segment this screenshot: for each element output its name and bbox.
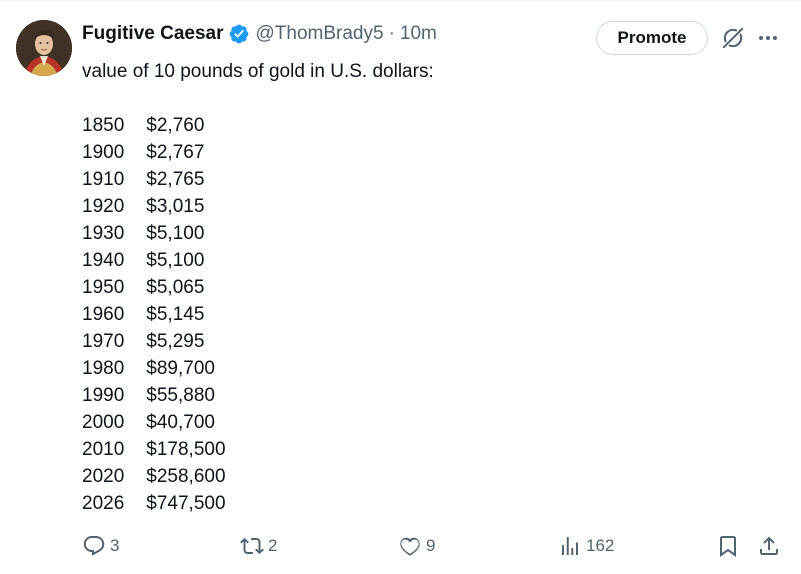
row-year: 2026: [82, 493, 125, 514]
row-year: 1850: [82, 115, 125, 136]
row-year: 1950: [82, 277, 125, 298]
price-list: 1850 $2,760 1900 $2,767 1910 $2,765 1920 $3,015…: [82, 112, 772, 517]
tweet-header: Fugitive Caesar @ThomBrady5 · 10m: [82, 20, 437, 48]
row-year: 1900: [82, 142, 125, 163]
row-value: $2,760: [146, 115, 205, 136]
price-row: 1920 $3,015: [82, 193, 772, 220]
row-value: $3,015: [146, 196, 205, 217]
row-value: $5,100: [146, 223, 205, 244]
row-year: 1990: [82, 385, 125, 406]
row-year: 1920: [82, 196, 125, 217]
price-row: 1900 $2,767: [82, 139, 772, 166]
row-value: $5,100: [146, 250, 205, 271]
row-value: $40,700: [146, 412, 215, 433]
avatar-portrait-icon: [16, 20, 72, 76]
divider: [0, 0, 801, 1]
timestamp[interactable]: 10m: [400, 23, 437, 45]
bookmark-button[interactable]: [716, 532, 740, 560]
repost-icon: [240, 537, 264, 555]
row-value: $5,145: [146, 304, 205, 325]
price-row: 1950 $5,065: [82, 274, 772, 301]
row-year: 1970: [82, 331, 125, 352]
row-value: $89,700: [146, 358, 215, 379]
separator-dot: ·: [388, 23, 395, 44]
reply-count: 3: [110, 536, 120, 555]
price-row: 1970 $5,295: [82, 328, 772, 355]
price-row: 2010 $178,500: [82, 436, 772, 463]
row-year: 1960: [82, 304, 125, 325]
row-value: $5,065: [146, 277, 205, 298]
repost-button[interactable]: 2: [240, 532, 277, 560]
like-icon: [400, 537, 420, 556]
row-value: $747,500: [146, 493, 226, 514]
promote-button[interactable]: Promote: [596, 21, 708, 55]
row-value: $5,295: [146, 331, 205, 352]
price-row: 2026 $747,500: [82, 490, 772, 517]
like-count: 9: [426, 536, 436, 555]
row-value: $2,767: [146, 142, 205, 163]
row-value: $178,500: [146, 439, 226, 460]
price-row: 1980 $89,700: [82, 355, 772, 382]
row-year: 1930: [82, 223, 125, 244]
price-row: 1850 $2,760: [82, 112, 772, 139]
price-row: 1990 $55,880: [82, 382, 772, 409]
avatar[interactable]: [16, 20, 72, 76]
row-year: 1940: [82, 250, 125, 271]
row-value: $258,600: [146, 466, 226, 487]
row-year: 1980: [82, 358, 125, 379]
grok-icon[interactable]: [720, 25, 746, 51]
action-bar: 3 2 9 162: [0, 532, 801, 560]
row-value: $55,880: [146, 385, 215, 406]
row-value: $2,765: [146, 169, 205, 190]
row-year: 2000: [82, 412, 125, 433]
price-row: 1940 $5,100: [82, 247, 772, 274]
row-year: 2020: [82, 466, 125, 487]
like-button[interactable]: 9: [398, 532, 435, 560]
author-handle[interactable]: @ThomBrady5: [256, 23, 384, 45]
views-button[interactable]: 162: [558, 532, 614, 560]
tweet-intro: value of 10 pounds of gold in U.S. dolla…: [82, 61, 434, 82]
reply-button[interactable]: 3: [82, 532, 119, 560]
more-icon[interactable]: [756, 26, 780, 50]
repost-count: 2: [268, 536, 278, 555]
reply-icon: [83, 536, 105, 556]
share-button[interactable]: [757, 532, 781, 560]
row-year: 2010: [82, 439, 125, 460]
views-icon: [562, 537, 578, 555]
verified-badge-icon[interactable]: [228, 23, 250, 45]
tweet[interactable]: Fugitive Caesar @ThomBrady5 · 10m Promot…: [0, 0, 801, 574]
views-count: 162: [586, 536, 615, 555]
bookmark-icon: [720, 536, 736, 557]
price-row: 1930 $5,100: [82, 220, 772, 247]
row-year: 1910: [82, 169, 125, 190]
price-row: 1910 $2,765: [82, 166, 772, 193]
price-row: 2000 $40,700: [82, 409, 772, 436]
author-name[interactable]: Fugitive Caesar: [82, 23, 224, 45]
tweet-text: value of 10 pounds of gold in U.S. dolla…: [82, 58, 772, 517]
share-icon: [760, 536, 778, 555]
price-row: 2020 $258,600: [82, 463, 772, 490]
price-row: 1960 $5,145: [82, 301, 772, 328]
